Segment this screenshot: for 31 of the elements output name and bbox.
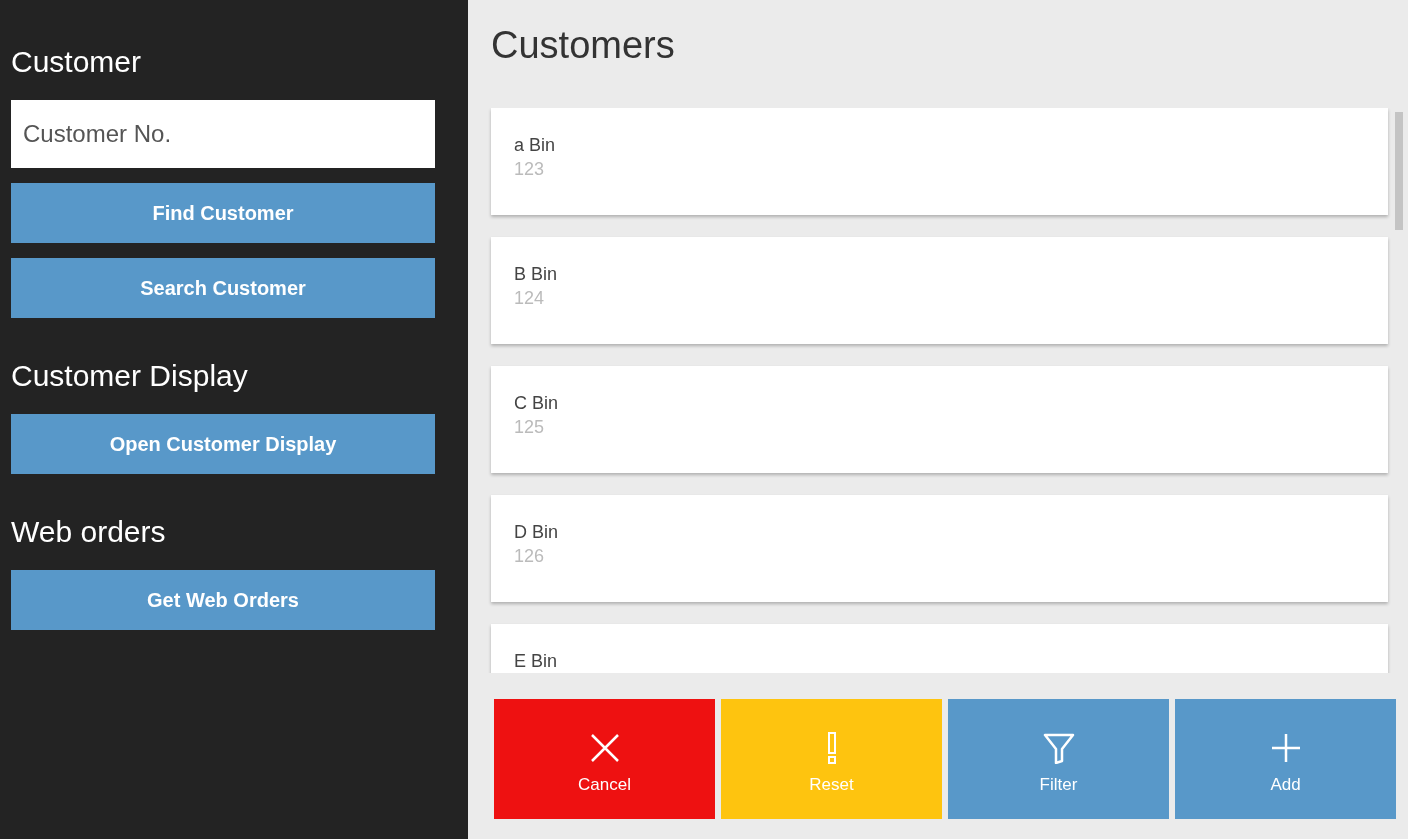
customer-card[interactable]: C Bin 125 — [491, 366, 1388, 473]
customer-number: 124 — [514, 287, 545, 310]
sidebar-button[interactable]: Find Customer — [11, 183, 435, 243]
customer-card[interactable]: E Bin — [491, 624, 1388, 673]
customer-name: D Bin — [514, 521, 558, 543]
customer-name: a Bin — [514, 134, 556, 156]
customer-number: 123 — [514, 158, 545, 181]
customer-number-field[interactable]: Customer No. — [11, 100, 435, 168]
customer-number: 125 — [514, 416, 545, 439]
sidebar-button[interactable]: Search Customer — [11, 258, 435, 318]
customer-card[interactable]: D Bin 126 — [491, 495, 1388, 602]
sidebar-button[interactable]: Open Customer Display — [11, 414, 435, 474]
action-button[interactable]: Filter — [948, 699, 1169, 819]
plus-icon — [1269, 732, 1302, 765]
customer-name: C Bin — [514, 392, 558, 414]
section-heading: Customer — [11, 44, 143, 80]
action-button[interactable]: Cancel — [494, 699, 715, 819]
customer-name: B Bin — [514, 263, 558, 285]
exclamation-icon — [827, 732, 836, 765]
scrollbar[interactable] — [1395, 112, 1403, 230]
customer-number: 126 — [514, 545, 545, 568]
sidebar-button[interactable]: Get Web Orders — [11, 570, 435, 630]
section-heading: Web orders — [11, 514, 167, 550]
action-button[interactable]: Reset — [721, 699, 942, 819]
customer-card[interactable]: B Bin 124 — [491, 237, 1388, 344]
customer-card[interactable]: a Bin 123 — [491, 108, 1388, 215]
action-button[interactable]: Add — [1175, 699, 1396, 819]
customer-name: E Bin — [514, 650, 558, 672]
page-title: Customers — [490, 23, 676, 68]
filter-icon — [1042, 732, 1075, 765]
section-heading: Customer Display — [11, 358, 249, 394]
